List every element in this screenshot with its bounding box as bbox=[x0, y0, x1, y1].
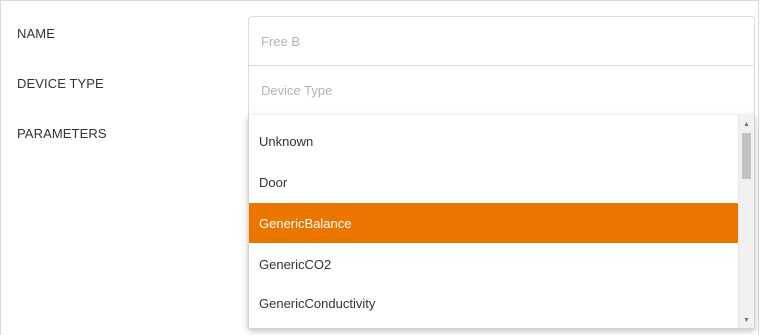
option-genericconductivity[interactable]: GenericConductivity bbox=[249, 283, 740, 323]
device-type-dropdown-list[interactable]: Unknown Door GenericBalance GenericCO2 G… bbox=[248, 115, 755, 329]
option-genericbalance[interactable]: GenericBalance bbox=[249, 203, 740, 243]
name-field[interactable]: Free B bbox=[248, 16, 755, 66]
device-form-panel: NAME DEVICE TYPE PARAMETERS Free B Devic… bbox=[0, 0, 759, 335]
option-genericco2[interactable]: GenericCO2 bbox=[249, 244, 740, 284]
dropdown-options: Unknown Door GenericBalance GenericCO2 G… bbox=[249, 115, 740, 328]
device-type-label: DEVICE TYPE bbox=[17, 76, 104, 91]
device-type-select[interactable]: Device Type bbox=[248, 65, 755, 116]
name-placeholder: Free B bbox=[261, 33, 301, 49]
scroll-up-icon[interactable]: ▲ bbox=[739, 117, 754, 131]
option-door[interactable]: Door bbox=[249, 162, 740, 202]
option-unknown[interactable]: Unknown bbox=[249, 121, 740, 161]
device-type-placeholder: Device Type bbox=[261, 83, 333, 98]
dropdown-scrollbar[interactable]: ▲ ▼ bbox=[738, 115, 754, 328]
scroll-down-icon[interactable]: ▼ bbox=[739, 313, 754, 327]
parameters-label: PARAMETERS bbox=[17, 126, 107, 141]
scroll-thumb[interactable] bbox=[742, 133, 751, 179]
name-label: NAME bbox=[17, 26, 55, 41]
